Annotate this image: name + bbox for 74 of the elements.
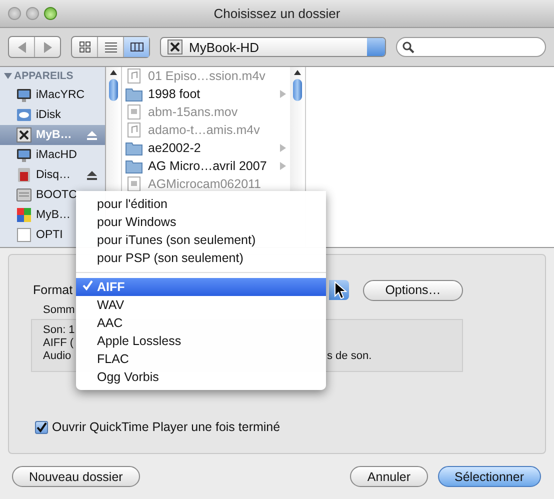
eject-icon[interactable] (87, 170, 97, 180)
menu-item[interactable]: FLAC (76, 350, 326, 368)
blank-document-icon (16, 227, 32, 243)
list-view-icon (104, 41, 118, 53)
checkbox[interactable] (35, 420, 48, 434)
navigation-control[interactable] (8, 36, 61, 58)
menu-item[interactable]: AAC (76, 314, 326, 332)
summary-text: Son: 1 (43, 324, 76, 337)
format-label: Format (33, 283, 74, 297)
search-icon (402, 40, 415, 54)
window-title: Choisissez un dossier (214, 6, 340, 21)
menu-item[interactable]: Ogg Vorbis (76, 368, 326, 386)
checkmark-icon (36, 422, 47, 432)
menu-item[interactable]: WAV (76, 296, 326, 314)
checkbox-label: Ouvrir QuickTime Player une fois terminé (52, 420, 280, 434)
menu-item[interactable]: AIFF (76, 278, 326, 296)
sidebar-item[interactable]: Disq… (0, 165, 105, 185)
summary-text: Audio (43, 350, 72, 363)
summary-text: s de son. (327, 350, 372, 363)
view-switcher[interactable] (71, 36, 150, 58)
summary-text: AIFF ( (43, 337, 75, 350)
drive-icon (167, 39, 183, 55)
scroll-up-icon[interactable] (109, 69, 118, 76)
movie-file-icon (125, 104, 143, 120)
file-row[interactable]: 1998 foot (122, 85, 290, 103)
music-file-icon (125, 122, 143, 138)
menu-item[interactable]: pour Windows (76, 213, 326, 231)
file-row[interactable]: AG Micro…avril 2007 (122, 157, 290, 175)
dialog-button[interactable]: Nouveau dossier (12, 466, 140, 487)
folder-icon (125, 140, 143, 156)
disclosure-arrow-icon (279, 90, 286, 98)
drive-icon (16, 167, 32, 183)
zoom-button[interactable] (44, 7, 57, 20)
location-popup[interactable]: MyBook-HD (160, 37, 386, 57)
cursor-icon (334, 281, 347, 300)
section-header: APPAREILS (14, 70, 74, 82)
minimize-button[interactable] (26, 7, 39, 20)
folder-icon (125, 86, 143, 102)
drive-icon (16, 127, 32, 143)
back-arrow-icon (18, 42, 26, 52)
column-view-icon (130, 41, 144, 53)
scroll-thumb[interactable] (109, 79, 118, 101)
grid-view-icon (78, 41, 92, 53)
view-button[interactable] (124, 37, 149, 57)
file-row[interactable]: ae2002-2 (122, 139, 290, 157)
forward-arrow-icon (44, 42, 52, 52)
menu-item[interactable]: Apple Lossless (76, 332, 326, 350)
menu-item[interactable]: pour l'édition (76, 195, 326, 213)
search-field[interactable] (396, 37, 546, 57)
folder-icon (125, 158, 143, 174)
file-row: 01 Episo…ssion.m4v (122, 67, 290, 85)
drive-icon (16, 207, 32, 223)
scroll-thumb[interactable] (293, 79, 302, 101)
options-button[interactable]: Options… (363, 280, 463, 300)
close-button[interactable] (8, 7, 21, 20)
checkmark-icon (82, 280, 93, 291)
file-row: AGMicrocam062011 (122, 175, 290, 193)
sidebar-item[interactable]: iMacYRC (0, 85, 105, 105)
drive-icon (16, 187, 32, 203)
dialog-button[interactable]: Annuler (350, 466, 428, 487)
disclosure-arrow-icon (279, 144, 286, 152)
sidebar-item[interactable]: iDisk (0, 105, 105, 125)
dialog-button[interactable]: Sélectionner (438, 466, 541, 487)
monitor-icon (16, 87, 32, 103)
menu-item[interactable]: pour iTunes (son seulement) (76, 231, 326, 249)
file-row: adamo-t…amis.m4v (122, 121, 290, 139)
file-row: abm-15ans.mov (122, 103, 290, 121)
expanded-triangle-icon[interactable] (4, 72, 12, 80)
scroll-up-icon[interactable] (293, 69, 302, 76)
disclosure-arrow-icon (279, 162, 286, 170)
summary-label: Somm (43, 304, 75, 316)
sidebar-item[interactable]: iMacHD (0, 145, 105, 165)
menu-item[interactable]: pour PSP (son seulement) (76, 249, 326, 267)
monitor-icon (16, 147, 32, 163)
